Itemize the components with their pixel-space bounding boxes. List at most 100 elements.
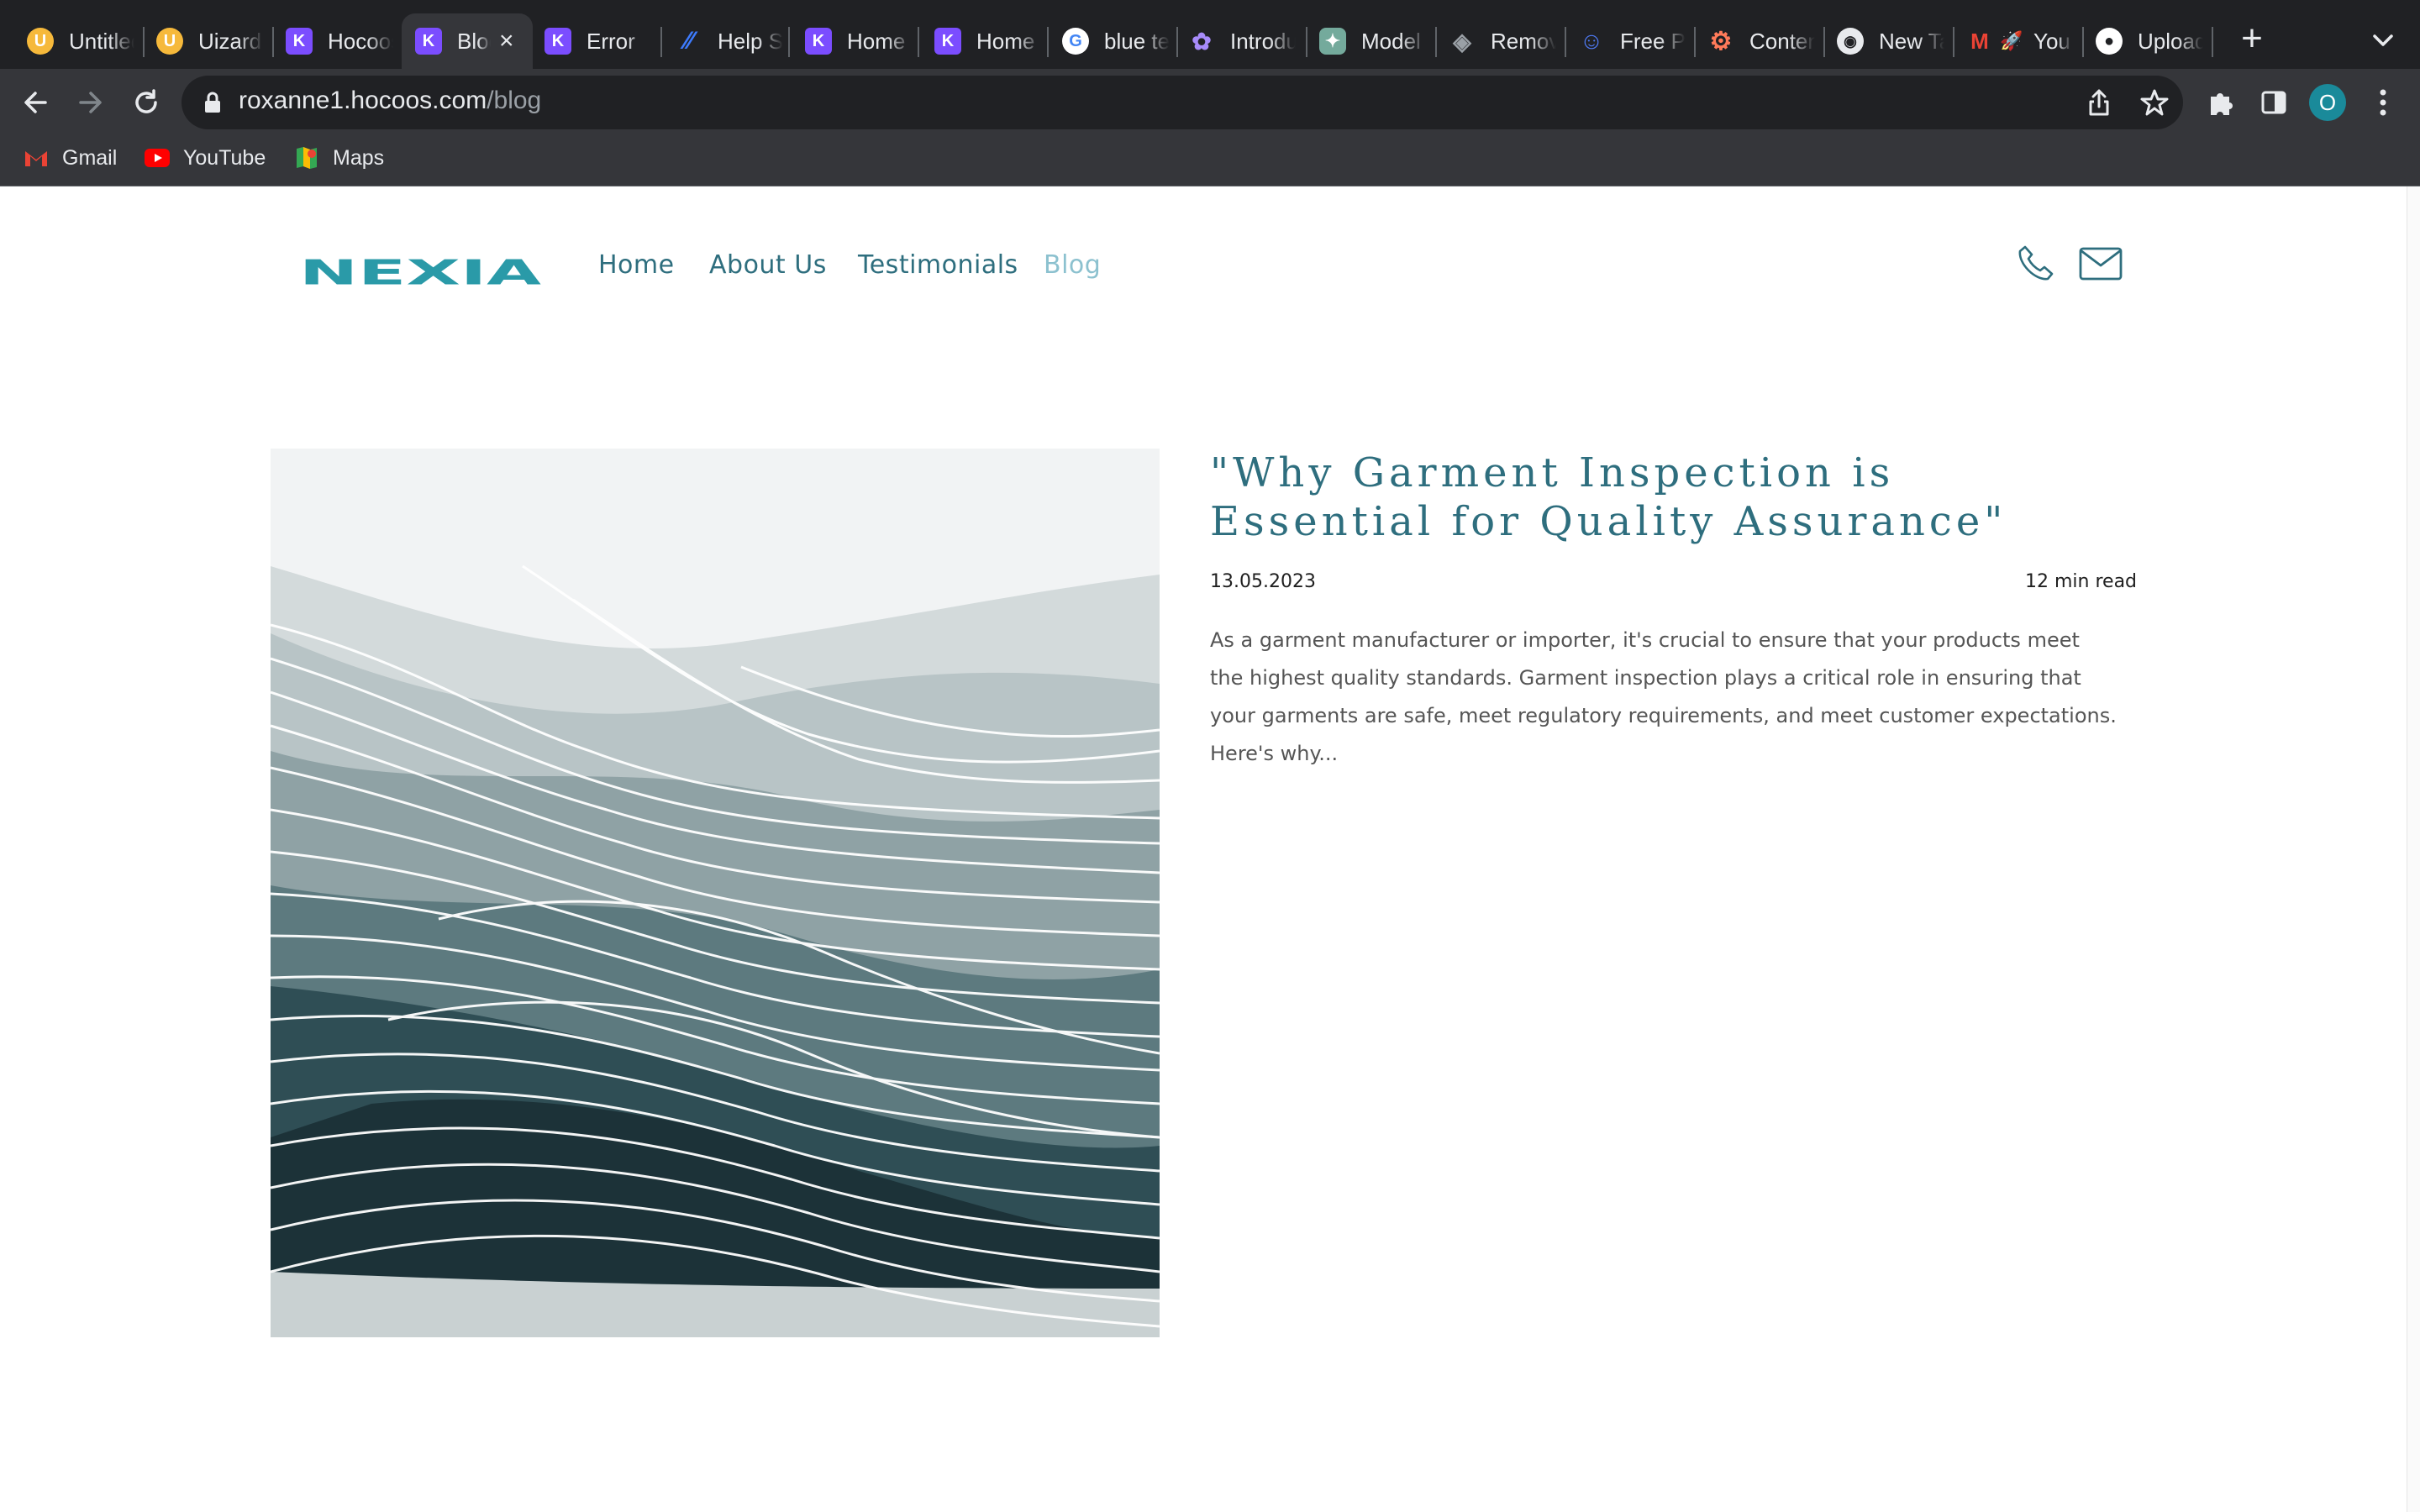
openai-icon: ✿: [1192, 28, 1212, 55]
tab-untitled[interactable]: U Untitled: [3, 13, 143, 69]
linear-icon: ⁄⁄: [684, 27, 694, 55]
post-date: 13.05.2023: [1210, 571, 1316, 592]
nexia-logo[interactable]: NEXIA: [299, 252, 541, 289]
url-path: /blog: [487, 87, 542, 114]
menu-button[interactable]: [2361, 81, 2405, 124]
post-cover-image[interactable]: [271, 449, 1160, 1337]
tab-home-2[interactable]: K Home: [911, 13, 1042, 69]
bookmark-gmail[interactable]: Gmail: [24, 143, 117, 173]
tab-title: Uizard: [198, 28, 262, 54]
google-icon: G: [1062, 28, 1089, 55]
logo-text: NEXIA: [299, 253, 541, 289]
bookmark-star-button[interactable]: [2133, 81, 2176, 124]
back-button[interactable]: [13, 81, 57, 124]
post-title[interactable]: "Why Garment Inspection is Essential for…: [1210, 449, 2134, 546]
url-host: roxanne1.hocoos.com: [239, 87, 487, 114]
forward-button[interactable]: [69, 81, 113, 124]
post-read-time: 12 min read: [2025, 571, 2138, 592]
tab-blog-active[interactable]: K Blog ×: [402, 13, 533, 69]
tab-model[interactable]: ✦ Model: [1296, 13, 1427, 69]
star-icon: [2140, 89, 2169, 116]
profile-button[interactable]: O: [2306, 81, 2349, 124]
tab-title: Home: [976, 28, 1035, 54]
bookmark-label: YouTube: [183, 145, 266, 170]
nav-about-us[interactable]: About Us: [709, 250, 827, 280]
chatgpt-icon: ✦: [1319, 28, 1346, 55]
tab-title: You: [2033, 28, 2070, 54]
nav-home[interactable]: Home: [598, 250, 675, 280]
tab-error[interactable]: K Error: [533, 13, 662, 69]
reload-icon: [135, 89, 157, 113]
tab-you[interactable]: M 🚀 You: [1943, 13, 2074, 69]
tab-title: blue te: [1104, 28, 1170, 54]
layers-icon: ◈: [1453, 28, 1471, 55]
tab-title: Untitled: [69, 28, 134, 54]
extensions-button[interactable]: [2200, 81, 2244, 124]
arrow-left-icon: [24, 92, 47, 113]
tab-help[interactable]: ⁄⁄ Help S: [652, 13, 786, 69]
puzzle-icon: [2211, 93, 2233, 115]
new-tab-button[interactable]: +: [2233, 20, 2270, 57]
hocoos-icon: K: [286, 28, 313, 55]
tab-title: New Ta: [1879, 28, 1944, 54]
mail-icon[interactable]: [2079, 247, 2123, 281]
tab-upload[interactable]: ● Upload: [2072, 13, 2203, 69]
tab-title: Hocoos: [328, 28, 393, 54]
youtube-icon: [145, 145, 170, 171]
tab-remove[interactable]: ◈ Remov: [1425, 13, 1556, 69]
gmail-icon: [24, 145, 49, 171]
tab-google-search[interactable]: G blue te: [1039, 13, 1170, 69]
gmail-icon: M: [1970, 28, 1989, 54]
tab-title: Introdu: [1230, 28, 1296, 54]
tab-separator: [2212, 27, 2213, 57]
nav-testimonials[interactable]: Testimonials: [858, 250, 1018, 280]
github-icon: ●: [2096, 28, 2123, 55]
share-button[interactable]: [2077, 81, 2121, 124]
tab-free[interactable]: ☺ Free P: [1555, 13, 1686, 69]
close-tab-icon[interactable]: ×: [499, 27, 524, 55]
tab-hocoos[interactable]: K Hocoos: [262, 13, 402, 69]
url-text[interactable]: roxanne1.hocoos.com/blog: [239, 87, 541, 115]
scrollbar-track[interactable]: [2407, 186, 2420, 1512]
uizard-icon: U: [27, 28, 54, 55]
hocoos-icon: K: [544, 28, 571, 55]
hocoos-icon: K: [415, 28, 442, 55]
reload-button[interactable]: [124, 81, 168, 124]
tab-introducing[interactable]: ✿ Introdu: [1165, 13, 1296, 69]
share-icon: [2089, 89, 2109, 116]
robot-icon: ☺: [1579, 28, 1604, 54]
tab-new-tab[interactable]: ◉ New Ta: [1813, 13, 1944, 69]
hocoos-icon: K: [805, 28, 832, 55]
more-vert-icon: [2380, 89, 2386, 116]
bookmark-youtube[interactable]: YouTube: [145, 143, 266, 173]
tab-search-chevron-icon[interactable]: [2368, 25, 2398, 55]
side-panel-button[interactable]: [2252, 81, 2296, 124]
lock-icon[interactable]: [203, 91, 222, 114]
tab-title: Model: [1361, 28, 1421, 54]
tab-content[interactable]: ⚙ Conten: [1684, 13, 1815, 69]
post-excerpt: As a garment manufacturer or importer, i…: [1210, 628, 2117, 765]
tab-title: Conten: [1749, 28, 1815, 54]
maps-icon: [294, 145, 319, 171]
chrome-icon: ◉: [1837, 28, 1864, 55]
rocket-icon: 🚀: [2000, 30, 2023, 51]
tab-title: Upload: [2138, 28, 2203, 54]
nav-blog[interactable]: Blog: [1044, 250, 1101, 280]
side-panel-icon: [2261, 91, 2286, 114]
bookmark-maps[interactable]: Maps: [294, 143, 384, 173]
tab-title: Free P: [1620, 28, 1686, 54]
abstract-waves-illustration: [271, 449, 1160, 1337]
phone-icon[interactable]: [2017, 244, 2055, 282]
uizard-icon: U: [156, 28, 183, 55]
tab-home-1[interactable]: K Home: [781, 13, 913, 69]
tab-uizard[interactable]: U Uizard: [133, 13, 272, 69]
arrow-right-icon: [79, 92, 102, 113]
avatar: O: [2309, 84, 2346, 121]
hocoos-icon: K: [934, 28, 961, 55]
tab-title: Remov: [1491, 28, 1556, 54]
tab-title: Error: [587, 28, 635, 54]
hubspot-icon: ⚙: [1709, 27, 1733, 55]
tab-title: Home: [847, 28, 906, 54]
tab-title: Help S: [718, 28, 783, 54]
bookmark-label: Gmail: [62, 145, 118, 170]
